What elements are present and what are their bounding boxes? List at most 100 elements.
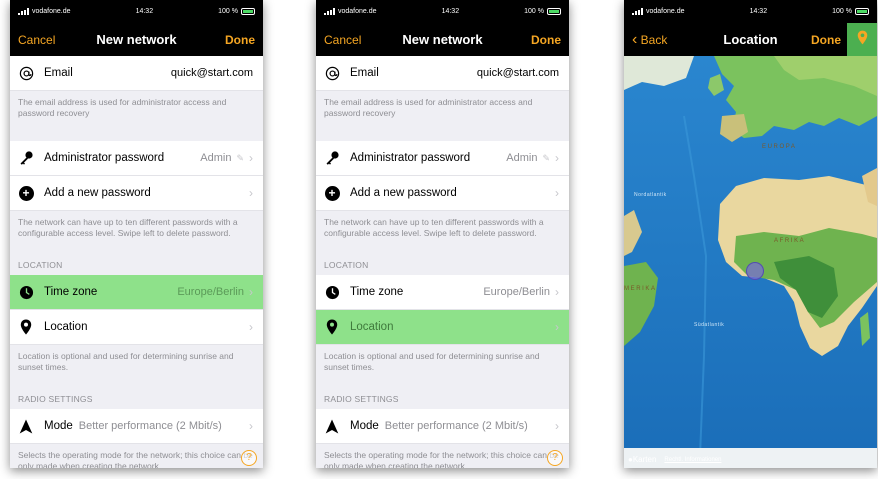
timezone-value: Europe/Berlin	[177, 286, 244, 298]
cancel-button[interactable]: Cancel	[324, 33, 361, 47]
mode-row[interactable]: Mode Better performance (2 Mbit/s) ›	[316, 409, 569, 444]
carrier: vodafone.de	[32, 8, 71, 15]
timezone-row[interactable]: Time zone Europe/Berlin ›	[316, 275, 569, 310]
password-note: The network can have up to ten different…	[324, 217, 544, 238]
phone-screen-location-selected: vodafone.de 14:32 100 % Cancel New netwo…	[316, 0, 569, 468]
mode-note: Selects the operating mode for the netwo…	[18, 450, 253, 468]
timezone-value: Europe/Berlin	[483, 286, 550, 298]
world-map[interactable]: EUROPA AFRIKA MERIKA Nordatlantik Südatl…	[624, 56, 877, 468]
location-row[interactable]: Location ›	[10, 310, 263, 345]
chevron-right-icon: ›	[249, 186, 253, 200]
mode-label: Mode	[44, 420, 73, 432]
clock-icon	[324, 284, 340, 300]
legal-link[interactable]: Rechtl. Informationen	[664, 457, 721, 463]
chevron-right-icon: ›	[249, 285, 253, 299]
phone-screen-location-map: vodafone.de 14:32 100 % ‹ Back Location …	[624, 0, 877, 468]
clock-icon	[18, 284, 34, 300]
phone-screen-timezone-selected: vodafone.de 14:32 100 % Cancel New netwo…	[10, 0, 263, 468]
map-footer: ●Karten Rechtl. Informationen	[628, 455, 721, 464]
key-icon	[18, 150, 34, 166]
status-bar: vodafone.de 14:32 100 %	[10, 0, 263, 23]
navigation-bar: Cancel New network Done	[10, 23, 263, 56]
battery-percent: 100 %	[524, 8, 544, 15]
done-button[interactable]: Done	[811, 33, 841, 47]
done-button[interactable]: Done	[225, 33, 255, 47]
settings-list: Email quick@start.com The email address …	[10, 56, 263, 468]
location-label: Location	[44, 321, 88, 333]
email-label: Email	[350, 67, 379, 79]
location-note: Location is optional and used for determ…	[18, 351, 234, 372]
screenshot-stage: vodafone.de 14:32 100 % Cancel New netwo…	[0, 0, 878, 479]
chevron-right-icon: ›	[249, 320, 253, 334]
location-pin-icon	[324, 319, 340, 335]
location-note: Location is optional and used for determ…	[324, 351, 540, 372]
chevron-right-icon: ›	[555, 320, 559, 334]
location-row[interactable]: Location ›	[316, 310, 569, 345]
battery-icon	[855, 8, 869, 15]
mode-row[interactable]: Mode Better performance (2 Mbit/s) ›	[10, 409, 263, 444]
timezone-row[interactable]: Time zone Europe/Berlin ›	[10, 275, 263, 310]
admin-password-label: Administrator password	[44, 152, 165, 164]
clock: 14:32	[135, 8, 154, 15]
back-button[interactable]: ‹ Back	[632, 31, 667, 47]
battery-percent: 100 %	[218, 8, 238, 15]
navigation-arrow-icon	[18, 418, 34, 434]
mode-label: Mode	[350, 420, 379, 432]
chevron-right-icon: ›	[555, 419, 559, 433]
timezone-label: Time zone	[44, 286, 98, 298]
map-label-europa: EUROPA	[762, 144, 797, 150]
battery-icon	[241, 8, 255, 15]
radio-section-header: RADIO SETTINGS	[18, 394, 93, 404]
carrier: vodafone.de	[646, 8, 685, 15]
location-pin-icon	[857, 30, 868, 50]
add-password-row[interactable]: + Add a new password ›	[10, 176, 263, 211]
chevron-right-icon: ›	[249, 419, 253, 433]
chevron-right-icon: ›	[555, 151, 559, 165]
help-icon[interactable]: ?	[547, 450, 563, 466]
location-label: Location	[350, 321, 394, 333]
clock: 14:32	[441, 8, 460, 15]
admin-password-row[interactable]: Administrator password Admin ✎ ›	[10, 141, 263, 176]
selected-location-marker[interactable]	[746, 262, 764, 280]
signal-icon	[18, 8, 29, 15]
email-row[interactable]: Email quick@start.com	[316, 56, 569, 91]
status-bar: vodafone.de 14:32 100 %	[624, 0, 877, 23]
battery-percent: 100 %	[832, 8, 852, 15]
radio-section-header: RADIO SETTINGS	[324, 394, 399, 404]
email-label: Email	[44, 67, 73, 79]
current-location-button[interactable]	[847, 23, 877, 56]
add-password-row[interactable]: + Add a new password ›	[316, 176, 569, 211]
email-row[interactable]: Email quick@start.com	[10, 56, 263, 91]
mode-note: Selects the operating mode for the netwo…	[324, 450, 559, 468]
email-note: The email address is used for administra…	[18, 97, 227, 118]
location-section-header: LOCATION	[18, 260, 63, 270]
at-icon	[324, 65, 340, 81]
carrier: vodafone.de	[338, 8, 377, 15]
chevron-right-icon: ›	[249, 151, 253, 165]
admin-password-value: Admin	[506, 152, 538, 164]
add-password-label: Add a new password	[350, 187, 457, 199]
email-value: quick@start.com	[170, 67, 253, 79]
navigation-arrow-icon	[324, 418, 340, 434]
map-label-amerika: MERIKA	[624, 286, 657, 292]
chevron-right-icon: ›	[555, 285, 559, 299]
pencil-icon: ✎	[542, 152, 550, 163]
map-label-suedatlantik: Südatlantik	[694, 322, 725, 328]
timezone-label: Time zone	[350, 286, 404, 298]
clock: 14:32	[749, 8, 768, 15]
help-icon[interactable]: ?	[241, 450, 257, 466]
admin-password-value: Admin	[200, 152, 232, 164]
signal-icon	[632, 8, 643, 15]
cancel-button[interactable]: Cancel	[18, 33, 55, 47]
chevron-right-icon: ›	[555, 186, 559, 200]
done-button[interactable]: Done	[531, 33, 561, 47]
map-label-nordatlantik: Nordatlantik	[634, 192, 667, 198]
email-value: quick@start.com	[476, 67, 559, 79]
mode-value: Better performance (2 Mbit/s)	[384, 420, 528, 432]
maps-logo: ●Karten	[628, 455, 657, 464]
battery-icon	[547, 8, 561, 15]
navigation-bar: Cancel New network Done	[316, 23, 569, 56]
settings-list: Email quick@start.com The email address …	[316, 56, 569, 468]
plus-circle-icon: +	[324, 185, 340, 201]
admin-password-row[interactable]: Administrator password Admin ✎ ›	[316, 141, 569, 176]
